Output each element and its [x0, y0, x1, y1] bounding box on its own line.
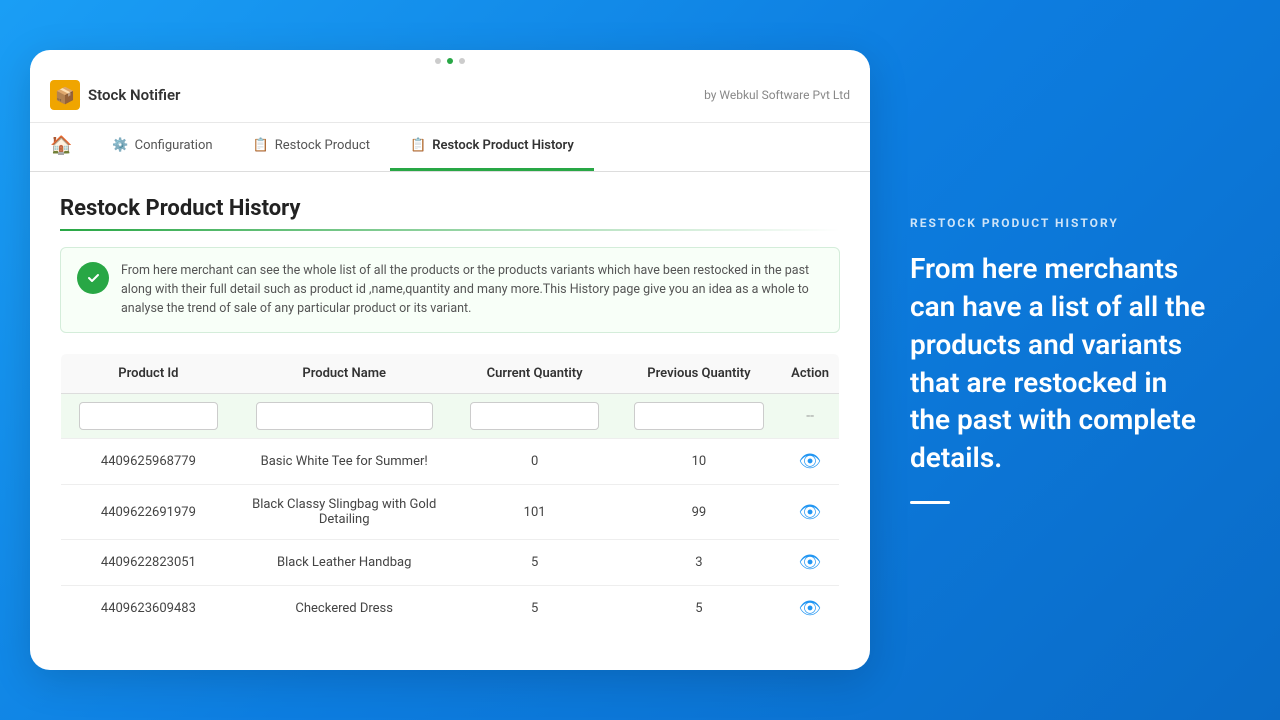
card-body: Restock Product History From here mercha… — [30, 172, 870, 656]
cell-product-id-2: 4409622823051 — [61, 540, 236, 586]
cell-product-id-3: 4409623609483 — [61, 586, 236, 632]
history-icon: 📋 — [410, 138, 426, 153]
tab-restock-product-label: Restock Product — [275, 138, 370, 153]
panel-subtitle: RESTOCK PRODUCT HISTORY — [910, 216, 1210, 230]
view-icon-1[interactable]: 👁 — [799, 502, 822, 523]
filter-input-name[interactable] — [256, 402, 433, 430]
col-previous-qty: Previous Quantity — [617, 354, 782, 394]
filter-cell-previous — [617, 394, 782, 439]
card-dots — [30, 50, 870, 68]
table-row: 4409623609483 Checkered Dress 5 5 👁 — [61, 586, 840, 632]
filter-cell-id — [61, 394, 236, 439]
info-text: From here merchant can see the whole lis… — [121, 262, 823, 318]
table-header-row: Product Id Product Name Current Quantity… — [61, 354, 840, 394]
cell-previous-qty-3: 5 — [617, 586, 782, 632]
tab-configuration-label: Configuration — [135, 138, 213, 153]
cell-current-qty-3: 5 — [453, 586, 617, 632]
filter-input-previous[interactable] — [634, 402, 764, 430]
info-box: From here merchant can see the whole lis… — [60, 247, 840, 333]
cell-product-id-1: 4409622691979 — [61, 485, 236, 540]
nav-tabs: 🏠 ⚙️ Configuration 📋 Restock Product 📋 R… — [30, 123, 870, 172]
card-header: 📦 Stock Notifier by Webkul Software Pvt … — [30, 68, 870, 123]
panel-divider — [910, 501, 950, 504]
dot-3 — [459, 58, 465, 64]
col-action: Action — [781, 354, 839, 394]
title-underline — [60, 229, 840, 231]
config-icon: ⚙️ — [112, 138, 128, 153]
app-card: 📦 Stock Notifier by Webkul Software Pvt … — [30, 50, 870, 670]
cell-product-name-2: Black Leather Handbag — [236, 540, 453, 586]
tab-home[interactable]: 🏠 — [30, 123, 92, 171]
filter-row: -- — [61, 394, 840, 439]
cell-current-qty-2: 5 — [453, 540, 617, 586]
panel-description: From here merchants can have a list of a… — [910, 250, 1210, 477]
cell-action-3: 👁 — [781, 586, 839, 632]
main-container: 📦 Stock Notifier by Webkul Software Pvt … — [0, 0, 1280, 720]
cell-action-1: 👁 — [781, 485, 839, 540]
cell-action-0: 👁 — [781, 439, 839, 485]
tab-restock-product-history[interactable]: 📋 Restock Product History — [390, 123, 594, 171]
filter-input-current[interactable] — [470, 402, 600, 430]
tab-restock-history-label: Restock Product History — [432, 138, 574, 153]
cell-previous-qty-1: 99 — [617, 485, 782, 540]
brand-logo: 📦 Stock Notifier — [50, 80, 180, 110]
right-panel: RESTOCK PRODUCT HISTORY From here mercha… — [870, 186, 1250, 534]
info-icon — [77, 262, 109, 294]
cell-current-qty-0: 0 — [453, 439, 617, 485]
filter-cell-action: -- — [781, 394, 839, 439]
tab-configuration[interactable]: ⚙️ Configuration — [92, 123, 232, 171]
table-row: 4409622823051 Black Leather Handbag 5 3 … — [61, 540, 840, 586]
filter-cell-name — [236, 394, 453, 439]
cell-action-2: 👁 — [781, 540, 839, 586]
cell-product-id-0: 4409625968779 — [61, 439, 236, 485]
col-product-name: Product Name — [236, 354, 453, 394]
table-row: 4409622691979 Black Classy Slingbag with… — [61, 485, 840, 540]
cell-product-name-3: Checkered Dress — [236, 586, 453, 632]
brand-name: Stock Notifier — [88, 86, 180, 104]
logo-icon: 📦 — [50, 80, 80, 110]
action-dash: -- — [806, 408, 814, 424]
logo-emoji: 📦 — [55, 86, 75, 105]
cell-previous-qty-0: 10 — [617, 439, 782, 485]
dot-1 — [435, 58, 441, 64]
cell-previous-qty-2: 3 — [617, 540, 782, 586]
table-row: 4409625968779 Basic White Tee for Summer… — [61, 439, 840, 485]
tab-restock-product[interactable]: 📋 Restock Product — [233, 123, 390, 171]
cell-product-name-1: Black Classy Slingbag with Gold Detailin… — [236, 485, 453, 540]
view-icon-3[interactable]: 👁 — [799, 598, 822, 619]
cell-current-qty-1: 101 — [453, 485, 617, 540]
view-icon-0[interactable]: 👁 — [799, 451, 822, 472]
page-title: Restock Product History — [60, 196, 840, 221]
filter-input-id[interactable] — [79, 402, 218, 430]
dot-2 — [447, 58, 453, 64]
home-icon: 🏠 — [50, 135, 72, 156]
restock-icon: 📋 — [253, 138, 269, 153]
filter-cell-current — [453, 394, 617, 439]
data-table: Product Id Product Name Current Quantity… — [60, 353, 840, 632]
cell-product-name-0: Basic White Tee for Summer! — [236, 439, 453, 485]
col-current-qty: Current Quantity — [453, 354, 617, 394]
by-label: by Webkul Software Pvt Ltd — [704, 88, 850, 102]
view-icon-2[interactable]: 👁 — [799, 552, 822, 573]
col-product-id: Product Id — [61, 354, 236, 394]
